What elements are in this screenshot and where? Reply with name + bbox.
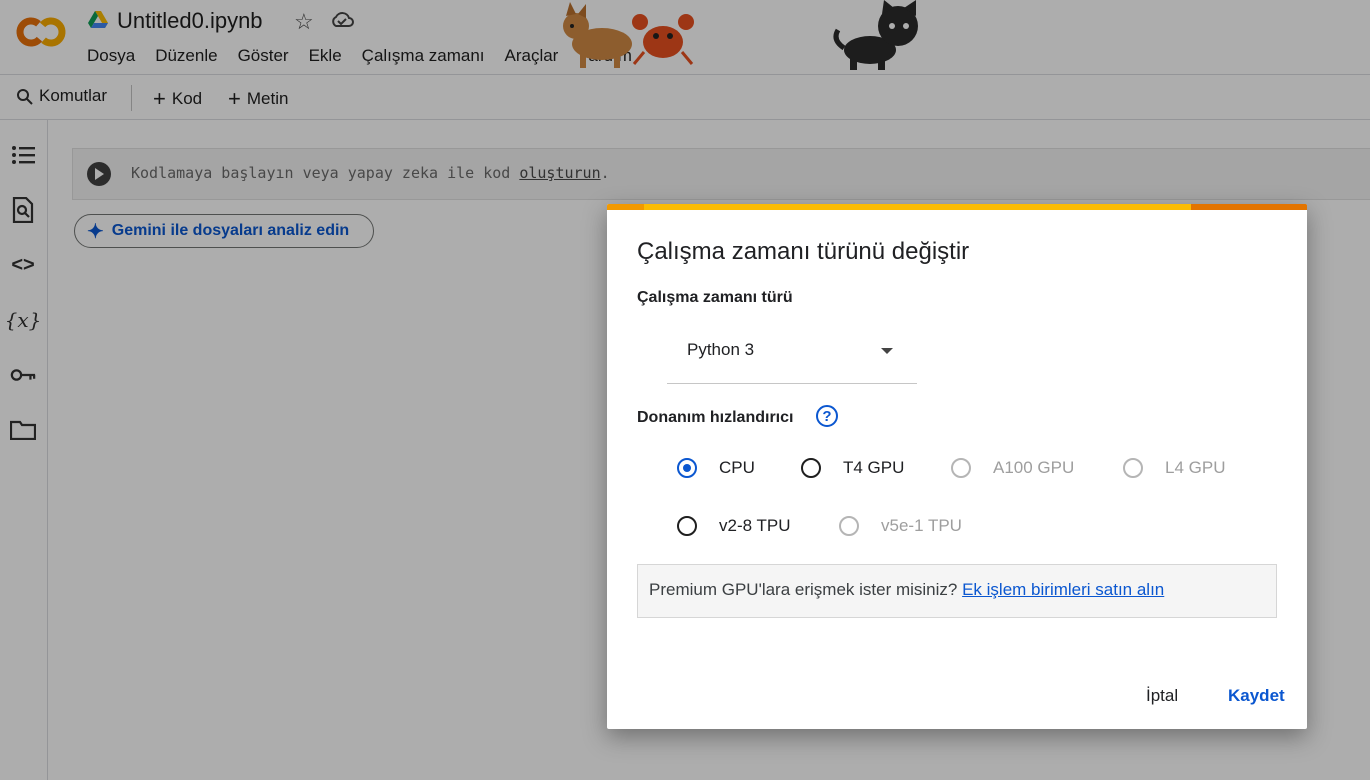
change-runtime-dialog: Çalışma zamanı türünü değiştir Çalışma z… <box>607 204 1307 729</box>
dropdown-arrow-icon <box>881 348 893 354</box>
cancel-button[interactable]: İptal <box>1146 686 1178 706</box>
accelerator-label-t4-gpu: T4 GPU <box>843 458 905 477</box>
accelerator-a100-gpu: A100 GPU <box>951 458 1074 478</box>
accelerator-cpu[interactable]: CPU <box>677 458 755 478</box>
accelerator-l4-gpu: L4 GPU <box>1123 458 1225 478</box>
radio-cpu[interactable] <box>677 458 697 478</box>
runtime-type-value: Python 3 <box>687 340 755 359</box>
radio-v5e-1-tpu <box>839 516 859 536</box>
accelerator-label-v2-8-tpu: v2-8 TPU <box>719 516 791 535</box>
runtime-type-label: Çalışma zamanı türü <box>637 289 793 306</box>
radio-a100-gpu <box>951 458 971 478</box>
save-button[interactable]: Kaydet <box>1228 686 1285 706</box>
accelerator-label-cpu: CPU <box>719 458 755 477</box>
accelerator-t4-gpu[interactable]: T4 GPU <box>801 458 904 478</box>
dialog-title: Çalışma zamanı türünü değiştir <box>637 238 970 265</box>
accelerator-label-a100-gpu: A100 GPU <box>993 458 1075 477</box>
radio-l4-gpu <box>1123 458 1143 478</box>
radio-t4-gpu[interactable] <box>801 458 821 478</box>
accelerator-v2-8-tpu[interactable]: v2-8 TPU <box>677 516 791 536</box>
accelerator-label: Donanım hızlandırıcı <box>637 409 794 426</box>
buy-compute-units-link[interactable]: Ek işlem birimleri satın alın <box>962 580 1164 599</box>
premium-gpu-notice: Premium GPU'lara erişmek ister misiniz? … <box>637 564 1277 618</box>
premium-text: Premium GPU'lara erişmek ister misiniz? <box>649 580 958 599</box>
accelerator-v5e-1-tpu: v5e-1 TPU <box>839 516 962 536</box>
accelerator-label-v5e-1-tpu: v5e-1 TPU <box>881 516 962 535</box>
help-symbol: ? <box>822 407 832 425</box>
accelerator-label-l4-gpu: L4 GPU <box>1165 458 1226 477</box>
help-icon[interactable]: ? <box>816 405 838 427</box>
dialog-top-stripe <box>607 204 1307 210</box>
radio-v2-8-tpu[interactable] <box>677 516 697 536</box>
runtime-type-select[interactable]: Python 3 <box>667 328 917 384</box>
